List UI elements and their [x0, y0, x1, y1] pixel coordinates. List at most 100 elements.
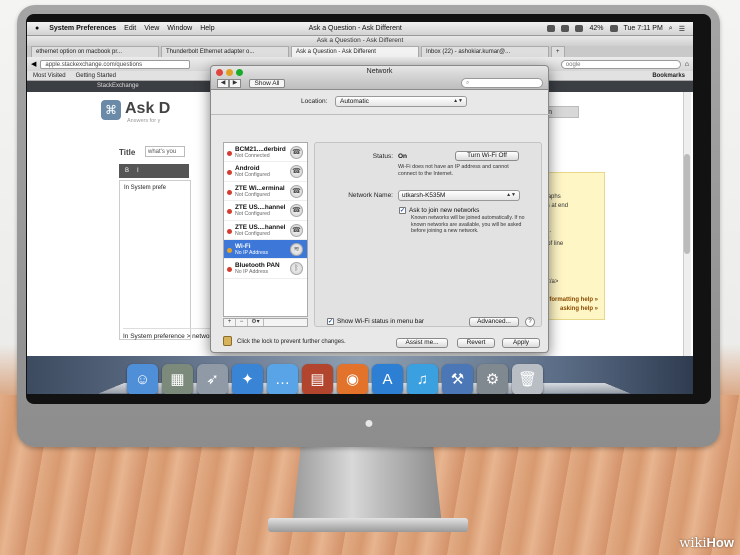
chat-bubble-icon[interactable]: …	[267, 364, 298, 394]
service-list-toolbar: + − ⚙▾	[223, 318, 308, 327]
forward-arrow-icon[interactable]: ▶	[229, 79, 241, 88]
menu-bar: ● System Preferences Edit View Window He…	[27, 22, 693, 36]
gear-icon[interactable]: ⚙	[477, 364, 508, 394]
location-value: Automatic	[340, 98, 369, 105]
italic-icon[interactable]: I	[137, 168, 139, 174]
apple-menu-icon[interactable]: ●	[35, 25, 39, 32]
title-label: Title	[119, 148, 136, 157]
menu-app-name[interactable]: System Preferences	[49, 25, 116, 32]
browser-tab[interactable]: Inbox (22) - ashokiar.kumar@...	[421, 46, 549, 57]
show-all-button[interactable]: Show All	[249, 79, 285, 88]
advanced-button[interactable]: Advanced...	[469, 317, 519, 327]
volume-icon[interactable]	[575, 25, 584, 32]
ask-to-join-description: Known networks will be joined automatica…	[411, 215, 525, 235]
network-service-item[interactable]: ZTE Wi...erminal Not Configured ☎	[224, 182, 307, 202]
bluetooth-status-icon[interactable]	[547, 25, 556, 32]
browser-tab[interactable]: ethernet option on macbook pr...	[31, 46, 159, 57]
back-icon[interactable]: ◀	[31, 60, 36, 68]
status-dot-icon	[227, 170, 232, 176]
film-icon[interactable]: ▤	[302, 364, 333, 394]
menu-edit[interactable]: Edit	[124, 25, 136, 32]
location-label: Location:	[301, 98, 328, 105]
rocket-icon[interactable]: ➶	[197, 364, 228, 394]
network-service-item[interactable]: BCM21....derbird Not Connected ☎	[224, 143, 307, 163]
bold-icon[interactable]: B	[125, 168, 129, 174]
monitor-stand	[292, 445, 442, 525]
finder-icon[interactable]: ☺	[127, 364, 158, 394]
menu-view[interactable]: View	[144, 25, 159, 32]
music-note-icon[interactable]: ♫	[407, 364, 438, 394]
status-description: Wi-Fi does not have an IP address and ca…	[398, 164, 509, 177]
app-store-icon[interactable]: A	[372, 364, 403, 394]
menu-window[interactable]: Window	[167, 25, 192, 32]
site-title[interactable]: Ask D	[125, 100, 170, 118]
battery-percent[interactable]: 42%	[589, 25, 603, 32]
service-name: Wi-Fi	[235, 242, 251, 250]
utilities-icon[interactable]: ▦	[162, 364, 193, 394]
network-service-item[interactable]: Wi-Fi No IP Address ≋	[224, 239, 307, 260]
ask-to-join-checkbox[interactable]: ✓	[399, 207, 406, 214]
spotlight-icon[interactable]: ⌕	[669, 25, 673, 33]
status-dot-icon	[227, 267, 232, 273]
lock-icon[interactable]	[223, 336, 232, 346]
bookmark-most-visited[interactable]: Most Visited	[33, 73, 66, 79]
phone-icon: ☎	[290, 223, 303, 237]
service-name: BCM21....derbird	[235, 146, 286, 153]
revert-button[interactable]: Revert	[457, 338, 495, 348]
service-actions-gear-icon[interactable]: ⚙▾	[248, 319, 264, 326]
browser-tab-active[interactable]: Ask a Question - Ask Different	[291, 46, 419, 57]
wikihow-watermark: wikiHow	[679, 535, 734, 551]
wifi-status-icon[interactable]	[561, 25, 570, 32]
remove-service-button[interactable]: −	[236, 319, 248, 326]
browser-search-input[interactable]: oogle	[560, 59, 681, 69]
turn-wifi-off-button[interactable]: Turn Wi-Fi Off	[455, 151, 519, 161]
title-input[interactable]: what's you	[145, 146, 185, 157]
network-service-item[interactable]: Bluetooth PAN No IP Address ᛒ	[224, 259, 307, 279]
location-select[interactable]: Automatic ▲▼	[335, 96, 467, 107]
show-wifi-status-checkbox[interactable]: ✓	[327, 318, 334, 325]
network-service-list: BCM21....derbird Not Connected ☎ Android Not…	[223, 142, 308, 317]
firefox-icon[interactable]: ◉	[337, 364, 368, 394]
watermark-suffix: How	[706, 535, 734, 550]
editor-toolbar: B I	[119, 164, 189, 178]
page-scroll-thumb[interactable]	[684, 154, 690, 254]
apple-logo-icon: ●	[364, 415, 374, 432]
network-preferences-window: Network ◀ ▶ Show All ⌕ Location: Automat…	[210, 65, 550, 353]
bookmarks-menu[interactable]: Bookmarks	[652, 73, 693, 79]
network-service-item[interactable]: ZTE US....hannel Not Configured ☎	[224, 221, 307, 240]
hammer-icon[interactable]: ⚒	[442, 364, 473, 394]
menu-help[interactable]: Help	[200, 25, 214, 32]
assist-me-button[interactable]: Assist me...	[396, 338, 448, 348]
flag-icon[interactable]	[609, 25, 618, 32]
trash-icon[interactable]: 🗑	[512, 364, 543, 394]
help-button[interactable]: ?	[525, 317, 535, 327]
network-service-item[interactable]: Android Not Configured ☎	[224, 162, 307, 182]
window-title: Network	[366, 68, 393, 75]
bookmark-getting-started[interactable]: Getting Started	[76, 73, 116, 79]
menu-clock[interactable]: Tue 7:11 PM	[624, 25, 663, 32]
select-arrows-icon: ▲▼	[506, 192, 516, 198]
nav-buttons: ◀ ▶	[217, 79, 241, 88]
status-dot-icon	[227, 247, 232, 253]
browser-tab[interactable]: Thunderbolt Ethernet adapter o...	[161, 46, 289, 57]
network-service-item[interactable]: ZTE US....hannel Not Configured ☎	[224, 201, 307, 221]
back-arrow-icon[interactable]: ◀	[217, 79, 229, 88]
notification-center-icon[interactable]: ☰	[679, 25, 685, 33]
network-name-select[interactable]: utkarsh-K535M ▲▼	[398, 190, 520, 201]
url-input[interactable]: apple.stackexchange.com/questions	[40, 59, 191, 69]
question-body-editor[interactable]: In System prefe	[119, 180, 191, 340]
network-name-label: Network Name:	[348, 192, 393, 199]
service-name: ZTE Wi...erminal	[235, 184, 285, 192]
new-tab-button[interactable]: +	[551, 46, 565, 57]
apply-button[interactable]: Apply	[502, 338, 540, 348]
preferences-search-input[interactable]: ⌕	[461, 78, 543, 88]
status-dot-icon	[227, 189, 232, 195]
add-service-button[interactable]: +	[224, 319, 236, 326]
wifi-icon: ≋	[290, 242, 303, 256]
service-name: ZTE US....hannel	[235, 223, 286, 231]
service-name: Bluetooth PAN	[235, 262, 280, 270]
home-icon[interactable]: ⌂	[685, 61, 689, 68]
select-arrows-icon: ▲▼	[453, 98, 463, 104]
compass-icon[interactable]: ✦	[232, 364, 263, 394]
watermark-prefix: wiki	[679, 536, 707, 551]
